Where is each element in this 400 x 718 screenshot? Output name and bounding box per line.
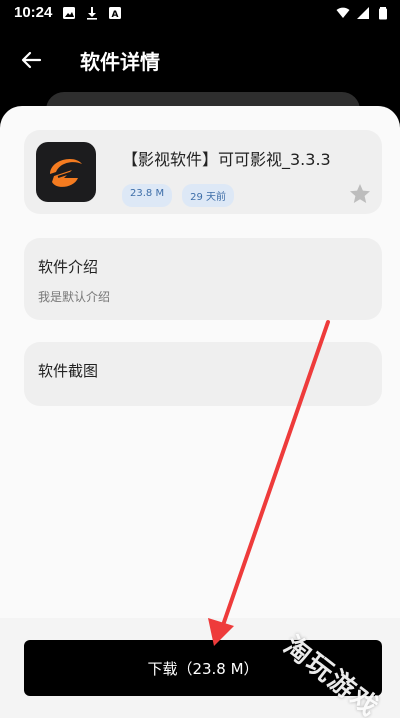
date-badge: 29 天前 (182, 184, 234, 207)
screenshots-card[interactable]: 软件截图 (24, 342, 382, 406)
signal-icon (357, 7, 369, 19)
size-badge: 23.8 M (122, 184, 173, 207)
photo-icon (63, 7, 75, 19)
arrow-left-icon (21, 51, 42, 69)
download-icon (87, 7, 97, 20)
svg-text:A: A (112, 10, 119, 20)
wifi-icon (336, 7, 350, 18)
page-title: 软件详情 (80, 50, 160, 74)
notification-icons: A (62, 6, 122, 20)
screenshots-title: 软件截图 (38, 362, 99, 380)
system-icons (336, 6, 390, 20)
app-bar: 软件详情 (0, 34, 400, 86)
star-icon (350, 184, 370, 203)
intro-title: 软件介绍 (38, 258, 99, 276)
app-logo-icon (50, 159, 82, 187)
favorite-button[interactable] (348, 182, 372, 206)
app-info-card: 【影视软件】可可影视_3.3.3 23.8 M 29 天前 (24, 130, 382, 214)
intro-description: 我是默认介绍 (38, 290, 111, 304)
status-time: 10:24 (14, 4, 53, 21)
status-bar: 10:24 A (0, 0, 400, 26)
battery-icon (379, 7, 387, 20)
intro-card: 软件介绍 我是默认介绍 (24, 238, 382, 320)
image-icon: A (109, 7, 121, 20)
back-button[interactable] (18, 48, 46, 72)
app-icon (36, 142, 96, 202)
app-meta-chips: 23.8 M 29 天前 (122, 184, 234, 207)
app-name: 【影视软件】可可影视_3.3.3 (122, 150, 331, 169)
